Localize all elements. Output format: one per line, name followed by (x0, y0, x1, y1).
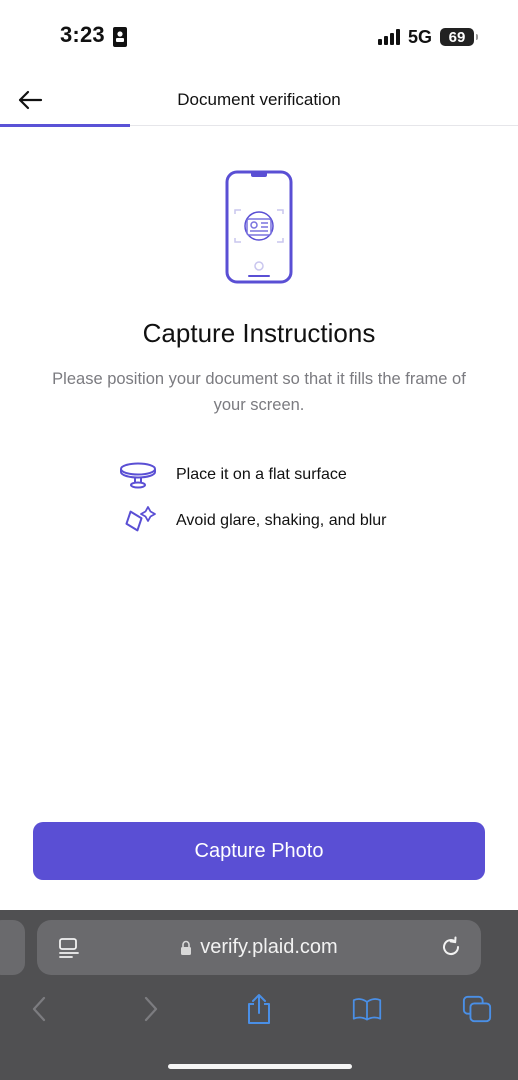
browser-back-button[interactable] (24, 994, 54, 1024)
tips-list: Place it on a flat surface Avoid glare, … (118, 452, 438, 544)
instructions-title: Capture Instructions (142, 318, 376, 348)
battery-level: 69 (448, 28, 466, 46)
tabs-button[interactable] (462, 994, 492, 1024)
browser-toolbar (0, 990, 518, 1030)
status-indicators: 5G 69 (377, 26, 478, 48)
flat-surface-icon (120, 462, 156, 489)
lock-icon (181, 940, 192, 955)
capture-photo-button[interactable]: Capture Photo (33, 822, 485, 880)
chevron-right-icon (144, 996, 158, 1022)
share-icon (248, 994, 270, 1024)
progress-bar (0, 124, 130, 127)
page-title: Document verification (177, 90, 341, 109)
status-bar: 3:23 5G 69 (0, 0, 518, 76)
tip-text: Place it on a flat surface (176, 466, 347, 483)
app-header: Document verification (0, 76, 518, 127)
tip-text: Avoid glare, shaking, and blur (176, 512, 387, 529)
tabs-icon (462, 995, 492, 1023)
id-card-icon (113, 27, 127, 47)
tip-item: Avoid glare, shaking, and blur (118, 498, 438, 544)
address-bar[interactable]: verify.plaid.com (37, 920, 481, 975)
browser-chrome: verify.plaid.com (0, 910, 518, 1080)
cellular-signal-icon (377, 29, 400, 45)
sparkle-glare-icon (125, 506, 156, 532)
reload-icon[interactable] (439, 935, 463, 959)
status-time: 3:23 (60, 22, 105, 47)
url-text: verify.plaid.com (200, 936, 338, 958)
bookmarks-icon (352, 998, 382, 1021)
battery-icon: 69 (440, 28, 478, 46)
share-button[interactable] (244, 994, 274, 1024)
browser-forward-button[interactable] (136, 994, 166, 1024)
tip-item: Place it on a flat surface (118, 452, 438, 498)
chevron-left-icon (32, 996, 46, 1022)
instructions-subtitle: Please position your document so that it… (52, 370, 466, 414)
previous-tab-peek[interactable] (0, 920, 25, 975)
phone-document-scan-icon (225, 170, 293, 284)
home-indicator (168, 1064, 352, 1069)
bookmarks-button[interactable] (352, 994, 382, 1024)
network-type: 5G (407, 26, 432, 47)
